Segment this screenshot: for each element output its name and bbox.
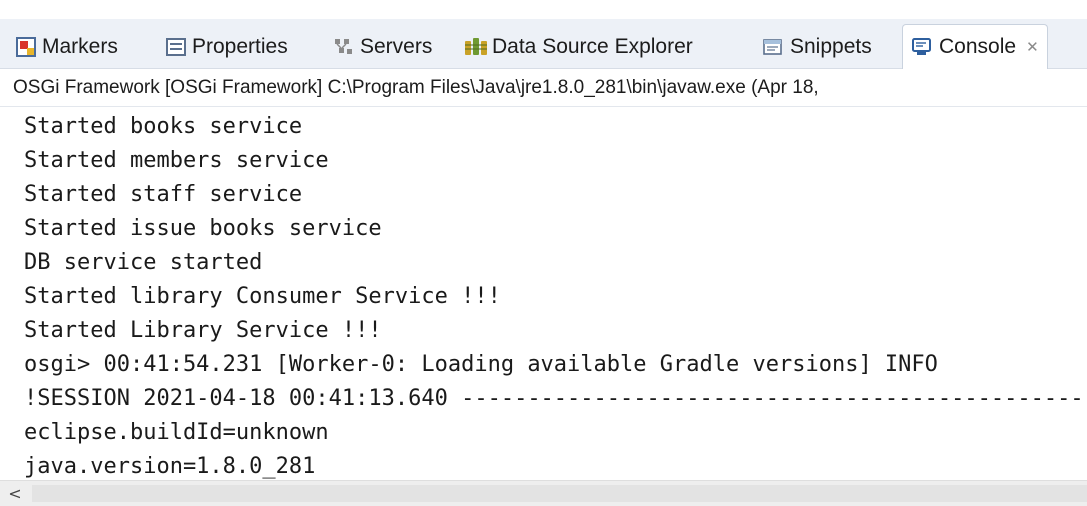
tab-data-source-explorer-label: Data Source Explorer: [492, 35, 693, 58]
console-line: Started library Consumer Service !!!: [24, 284, 501, 309]
tab-servers[interactable]: Servers: [332, 25, 432, 69]
tab-markers-label: Markers: [42, 35, 118, 58]
console-line: Started books service: [24, 114, 303, 139]
console-line: DB service started: [24, 250, 263, 275]
tab-markers[interactable]: Markers: [16, 25, 118, 69]
tab-data-source-explorer[interactable]: Data Source Explorer: [464, 25, 693, 69]
servers-icon: [332, 36, 354, 58]
tab-servers-label: Servers: [360, 35, 433, 58]
data-source-explorer-icon: [464, 36, 487, 58]
tab-properties-label: Properties: [192, 35, 288, 58]
scrollbar-thumb[interactable]: [32, 485, 1087, 502]
tab-snippets[interactable]: Snippets: [762, 25, 872, 69]
close-icon[interactable]: ✕: [1026, 38, 1039, 56]
console-line: Started members service: [24, 148, 329, 173]
console-process-info: OSGi Framework [OSGi Framework] C:\Progr…: [0, 70, 1087, 107]
markers-icon: [16, 37, 36, 57]
tab-snippets-label: Snippets: [790, 35, 872, 58]
scroll-left-icon[interactable]: <: [0, 481, 30, 506]
console-output[interactable]: Started books service Started members se…: [0, 108, 1087, 480]
tab-console[interactable]: Console ✕: [902, 24, 1048, 69]
snippets-icon: [762, 36, 784, 58]
console-line: !SESSION 2021-04-18 00:41:13.640 -------…: [24, 386, 1084, 411]
console-icon: [911, 36, 933, 58]
properties-icon: [166, 38, 186, 56]
console-line: Started issue books service: [24, 216, 382, 241]
window-top-strip: [0, 0, 1087, 19]
console-line: Started Library Service !!!: [24, 318, 382, 343]
view-tab-bar: Markers Properties Servers Data Source E…: [0, 19, 1087, 69]
console-line: eclipse.buildId=unknown: [24, 420, 329, 445]
tab-properties[interactable]: Properties: [166, 25, 288, 69]
tab-console-label: Console: [939, 35, 1017, 58]
console-line: java.version=1.8.0_281: [24, 454, 316, 479]
console-line: Started staff service: [24, 182, 303, 207]
horizontal-scrollbar[interactable]: <: [0, 480, 1087, 506]
console-line: osgi> 00:41:54.231 [Worker-0: Loading av…: [24, 352, 938, 377]
